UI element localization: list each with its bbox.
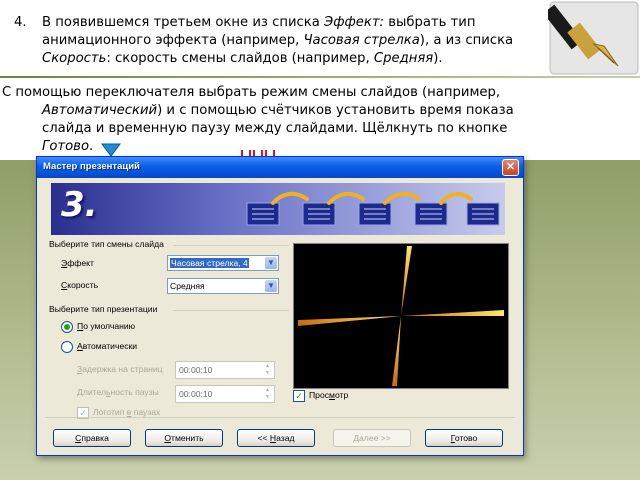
auto-radio-label: Автоматически <box>77 341 138 351</box>
slide-item-line-1: В появившемся третьем окне из списка Эфф… <box>42 15 476 30</box>
spinner-arrows-icon[interactable]: ▲ ▼ <box>262 363 273 377</box>
back-button[interactable]: << Назад <box>237 429 315 447</box>
wizard-step-banner: 3. <box>51 183 505 235</box>
dialog-titlebar[interactable]: Мастер презентаций ✕ <box>37 157 523 178</box>
next-button[interactable]: Далее >> <box>333 429 411 447</box>
slide-paragraph-line-2: Автоматический) и с помощью счётчиков ус… <box>42 103 514 118</box>
dialog-title: Мастер презентаций <box>43 161 140 172</box>
chevron-down-icon[interactable]: ▼ <box>265 257 277 269</box>
pause-spinner[interactable]: 00:00:10 ▲ ▼ <box>175 385 275 403</box>
fountain-pen-icon <box>548 1 639 75</box>
chevron-down-icon[interactable]: ▼ <box>265 280 277 292</box>
slide-filmstrip-icon <box>246 191 500 226</box>
slide-paragraph-line-3: слайда и временную паузу между слайдами.… <box>42 121 508 136</box>
transition-group-label: Выберите тип смены слайда <box>49 239 164 249</box>
effect-select[interactable]: Часовая стрелка, 4 ▼ <box>167 255 279 271</box>
close-icon: ✕ <box>505 161 516 173</box>
pause-label: Длительность паузы <box>77 387 159 397</box>
speed-select-value: Средняя <box>170 281 205 291</box>
presentation-wizard-dialog: Мастер презентаций ✕ 3. Выберите тип сме… <box>36 156 524 456</box>
pause-value: 00:00:10 <box>179 389 213 399</box>
delay-spinner[interactable]: 00:00:10 ▲ ▼ <box>175 361 275 379</box>
slide-divider-rule <box>0 76 640 78</box>
default-radio-label: По умолчанию <box>77 321 136 331</box>
effect-label: Эффект <box>61 258 94 268</box>
spinner-arrows-icon[interactable]: ▲ ▼ <box>262 387 273 401</box>
button-separator <box>45 417 515 418</box>
clock-wipe-preview-image <box>298 246 504 386</box>
delay-label: Задержка на страниц <box>77 364 163 374</box>
slide-paragraph-line-4: Готово. <box>42 139 94 154</box>
speed-select[interactable]: Средняя ▼ <box>167 278 279 294</box>
preview-checkbox-label: Просмотр <box>309 390 349 400</box>
slide-item-line-3: Скорость: скорость смены слайдов (наприм… <box>42 51 443 66</box>
logo-checkbox-label: Логотип в паузах <box>93 407 161 417</box>
cancel-button[interactable]: Отменить <box>145 429 223 447</box>
effect-select-value: Часовая стрелка, 4 <box>170 258 249 268</box>
preview-checkbox[interactable]: ✓ <box>293 390 305 402</box>
speed-label: Скорость <box>61 280 99 290</box>
delay-value: 00:00:10 <box>179 365 213 375</box>
transition-group-line <box>173 245 289 246</box>
default-radio[interactable] <box>61 321 73 333</box>
finish-button[interactable]: Готово <box>425 429 503 447</box>
slide-paragraph-line-1: С помощью переключателя выбрать режим см… <box>2 85 501 100</box>
close-button[interactable]: ✕ <box>502 159 519 176</box>
effect-preview <box>293 243 509 389</box>
presentation-group-line <box>173 310 289 311</box>
slide-item-number: 4. <box>14 15 27 30</box>
slide-item-line-2: анимационного эффекта (например, Часовая… <box>42 33 514 48</box>
presentation-group-label: Выберите тип презентации <box>49 304 158 314</box>
help-button[interactable]: Справка <box>53 429 131 447</box>
auto-radio[interactable] <box>61 341 73 353</box>
